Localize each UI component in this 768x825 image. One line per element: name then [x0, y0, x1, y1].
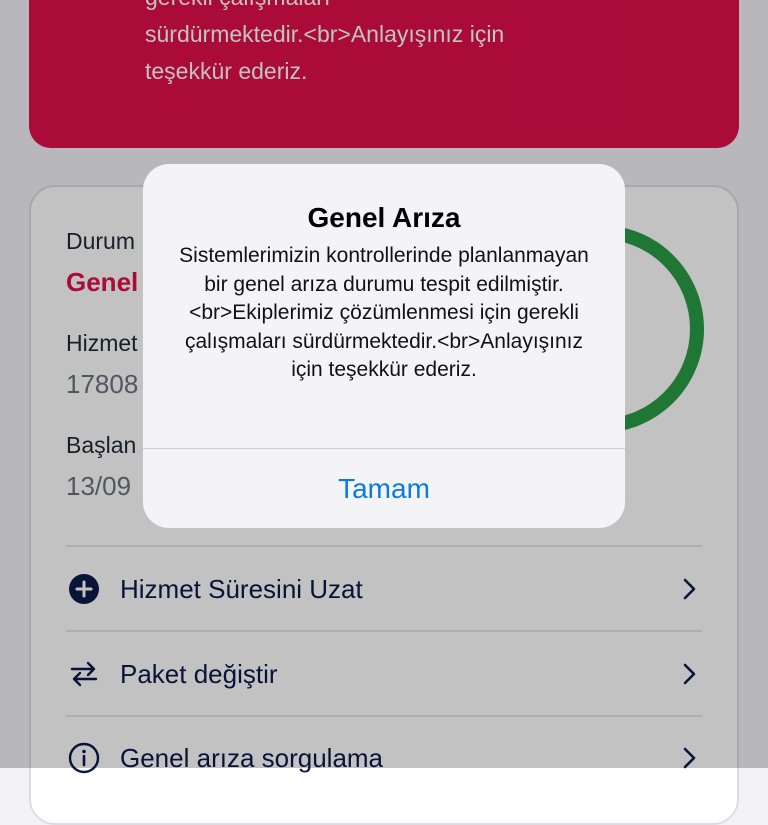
ok-button[interactable]: Tamam [143, 449, 625, 528]
alert-message: Sistemlerimizin kontrollerinde planlanma… [179, 244, 589, 381]
alert-dialog: Genel Arıza Sistemlerimizin kontrollerin… [143, 164, 625, 528]
alert-title: Genel Arıza [307, 202, 461, 233]
